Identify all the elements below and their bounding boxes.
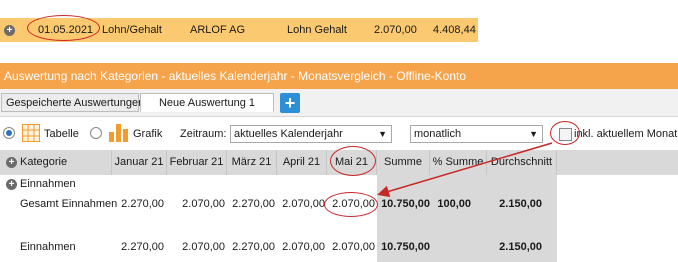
annotation-arrow xyxy=(377,142,553,198)
